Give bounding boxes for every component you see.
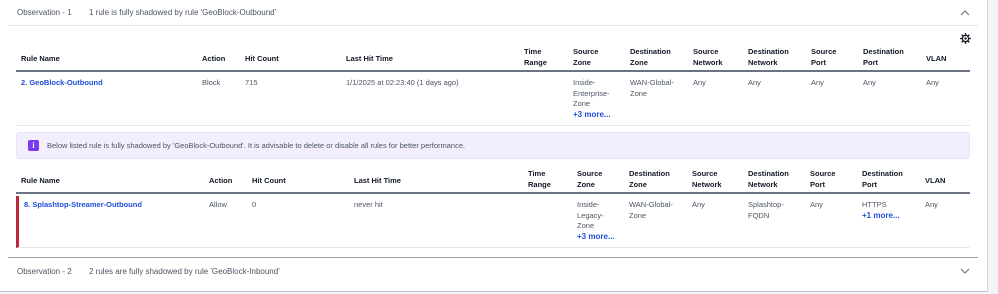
shadowing-rule-table-header: Rule Name Action Hit Count Last Hit Time… [16, 46, 970, 72]
gear-icon[interactable] [960, 33, 971, 44]
rule-name-link[interactable]: 2. GeoBlock-Outbound [21, 78, 103, 89]
col-rule-name[interactable]: Rule Name [21, 54, 60, 65]
hit-count-value: 0 [252, 200, 257, 209]
col-destination-network[interactable]: Destination Network [748, 169, 789, 190]
source-zone-more-link[interactable]: +3 more... [573, 110, 611, 121]
observation-1-description: 1 rule is fully shadowed by rule 'GeoBlo… [89, 8, 277, 17]
col-last-hit-time[interactable]: Last Hit Time [354, 176, 401, 187]
shadow-analysis-panel: Observation - 1 1 rule is fully shadowed… [0, 0, 988, 292]
col-vlan[interactable]: VLAN [925, 176, 945, 187]
observation-2-header[interactable]: Observation - 2 2 rules are fully shadow… [8, 257, 978, 285]
hit-count-value: 715 [245, 78, 258, 87]
col-source-port[interactable]: Source Port [810, 169, 835, 190]
destination-zone-value: WAN-Global- Zone [630, 78, 674, 98]
destination-zone-value: WAN-Global- Zone [629, 200, 673, 220]
observation-2-description: 2 rules are fully shadowed by rule 'GeoB… [89, 267, 280, 276]
table-row: 8. Splashtop-Streamer-Outbound Allow 0 n… [16, 196, 970, 248]
last-hit-time-value: 1/1/2025 at 02:23:40 (1 days ago) [346, 78, 459, 87]
col-last-hit-time[interactable]: Last Hit Time [346, 54, 393, 65]
destination-network-value: Any [748, 78, 761, 87]
action-value: Allow [209, 200, 227, 209]
col-source-port[interactable]: Source Port [811, 47, 836, 68]
col-destination-network[interactable]: Destination Network [748, 47, 789, 68]
col-vlan[interactable]: VLAN [926, 54, 946, 65]
col-time-range[interactable]: Time Range [524, 47, 547, 68]
col-destination-zone[interactable]: Destination Zone [629, 169, 670, 190]
vlan-value: Any [926, 78, 939, 87]
shadowed-rule-table-header: Rule Name Action Hit Count Last Hit Time… [16, 168, 970, 194]
col-destination-port[interactable]: Destination Port [863, 47, 904, 68]
col-source-zone[interactable]: Source Zone [577, 169, 602, 190]
source-zone-more-link[interactable]: +3 more... [577, 232, 615, 243]
source-zone-value: Inside- Legacy- Zone +3 more... [577, 200, 615, 243]
source-port-value: Any [810, 200, 823, 209]
vlan-value: Any [925, 200, 938, 209]
col-source-network[interactable]: Source Network [693, 47, 723, 68]
col-hit-count[interactable]: Hit Count [245, 54, 279, 65]
col-action[interactable]: Action [202, 54, 225, 65]
chevron-down-icon[interactable] [960, 266, 970, 276]
destination-network-value: Splashtop- FQDN [748, 200, 784, 220]
table-row: 2. GeoBlock-Outbound Block 715 1/1/2025 … [16, 74, 970, 126]
rule-name-link[interactable]: 8. Splashtop-Streamer-Outbound [24, 200, 142, 211]
destination-port-value: HTTPS +1 more... [862, 200, 900, 222]
observation-2-title: Observation - 2 [17, 267, 72, 276]
observation-1-header[interactable]: Observation - 1 1 rule is fully shadowed… [8, 0, 978, 26]
source-port-value: Any [811, 78, 824, 87]
destination-port-value: Any [863, 78, 876, 87]
observation-1-title: Observation - 1 [17, 8, 72, 17]
col-rule-name[interactable]: Rule Name [21, 176, 60, 187]
col-time-range[interactable]: Time Range [528, 169, 551, 190]
last-hit-time-value: never hit [354, 200, 383, 209]
col-action[interactable]: Action [209, 176, 232, 187]
shadowed-rule-alert: i Below listed rule is fully shadowed by… [16, 132, 970, 159]
source-network-value: Any [692, 200, 705, 209]
alert-text: Below listed rule is fully shadowed by '… [47, 141, 466, 150]
col-destination-zone[interactable]: Destination Zone [630, 47, 671, 68]
source-network-value: Any [693, 78, 706, 87]
col-hit-count[interactable]: Hit Count [252, 176, 286, 187]
chevron-up-icon[interactable] [960, 8, 970, 18]
col-source-zone[interactable]: Source Zone [573, 47, 598, 68]
action-value: Block [202, 78, 221, 87]
source-zone-value: Inside- Enterprise- Zone +3 more... [573, 78, 611, 121]
col-destination-port[interactable]: Destination Port [862, 169, 903, 190]
info-icon: i [28, 140, 39, 151]
destination-port-more-link[interactable]: +1 more... [862, 211, 900, 222]
col-source-network[interactable]: Source Network [692, 169, 722, 190]
